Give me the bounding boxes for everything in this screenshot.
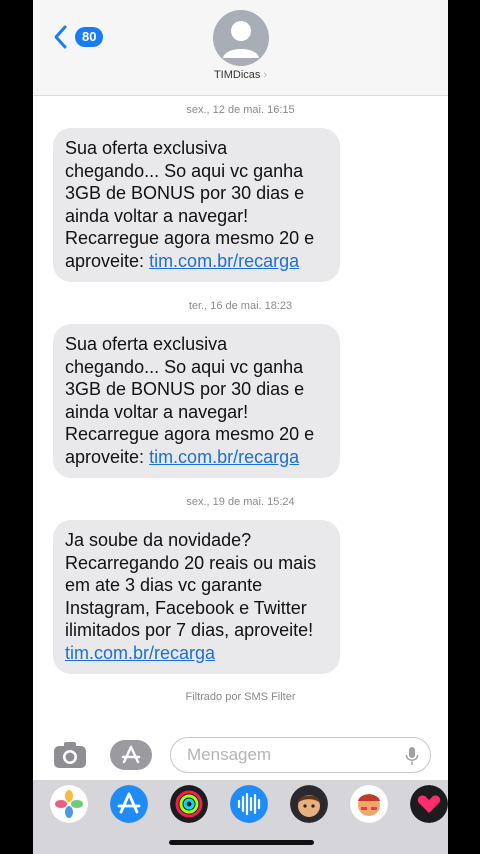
- messages-screen: 80 TIMDicas › sex., 12 de mai. 16:15 Sua …: [33, 0, 448, 854]
- message-text: Ja soube da novidade? Recarregando 20 re…: [65, 530, 317, 641]
- back-button[interactable]: 80: [51, 24, 104, 50]
- chevron-left-icon: [54, 25, 67, 49]
- person-icon: [223, 21, 259, 58]
- memoji-stickers-icon: [350, 785, 388, 823]
- message-link[interactable]: tim.com.br/recarga: [149, 251, 299, 271]
- camera-icon: [54, 742, 86, 768]
- contact-avatar[interactable]: [213, 10, 269, 66]
- memoji-stickers-button[interactable]: [350, 785, 388, 823]
- memoji-app-button[interactable]: [290, 785, 328, 823]
- audio-message-icon: [230, 785, 268, 823]
- contact-name: TIMDicas: [213, 69, 261, 81]
- app-store-icon: [110, 785, 148, 823]
- digital-touch-button[interactable]: [410, 785, 448, 823]
- message-bubble: Sua oferta exclusiva chegando... So aqui…: [53, 128, 340, 282]
- photos-icon: [50, 785, 88, 823]
- conversation-header: 80 TIMDicas ›: [33, 0, 448, 96]
- memoji-icon: [290, 785, 328, 823]
- message-input[interactable]: [185, 744, 389, 766]
- microphone-icon[interactable]: [405, 746, 419, 766]
- message-bubble: Sua oferta exclusiva chegando... So aqui…: [53, 324, 340, 478]
- message-link[interactable]: tim.com.br/recarga: [149, 447, 299, 467]
- app-store-icon: [121, 745, 141, 764]
- message-link[interactable]: tim.com.br/recarga: [65, 643, 215, 663]
- message-bubble: Ja soube da novidade? Recarregando 20 re…: [53, 520, 340, 674]
- apps-button[interactable]: [110, 740, 152, 770]
- audio-message-button[interactable]: [230, 785, 268, 823]
- home-indicator[interactable]: [169, 840, 314, 845]
- message-timestamp: sex., 12 de mai. 16:15: [186, 104, 295, 116]
- message-input-field[interactable]: [170, 737, 431, 773]
- sms-filter-note: Filtrado por SMS Filter: [185, 691, 296, 703]
- message-timestamp: sex., 19 de mai. 15:24: [186, 496, 295, 508]
- camera-button[interactable]: [53, 740, 87, 770]
- contact-name-link[interactable]: TIMDicas ›: [33, 69, 448, 81]
- app-store-app-button[interactable]: [110, 785, 148, 823]
- message-timestamp: ter., 16 de mai. 18:23: [188, 300, 293, 312]
- unread-count-badge: 80: [75, 27, 104, 47]
- digital-touch-icon: [410, 785, 448, 823]
- chevron-right-icon: ›: [263, 69, 268, 81]
- photos-app-button[interactable]: [50, 785, 88, 823]
- activity-icon: [170, 785, 208, 823]
- activity-app-button[interactable]: [170, 785, 208, 823]
